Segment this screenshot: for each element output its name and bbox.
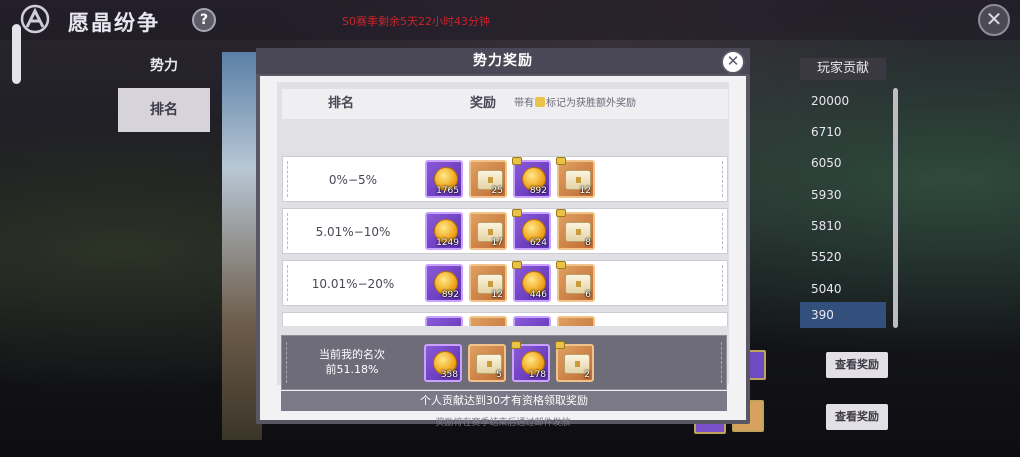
contribution-value: 5520: [811, 250, 842, 264]
item-quantity: 1765: [436, 186, 459, 196]
reward-item-chest[interactable]: 17: [469, 212, 507, 250]
contribution-value: 5810: [811, 219, 842, 233]
table-row: 5.01%−10% 1249 17 624 8: [282, 208, 728, 254]
bonus-flag-icon: [555, 341, 565, 349]
bonus-note: 带有 标记为获胜额外奖励: [514, 89, 636, 119]
help-button[interactable]: ?: [192, 8, 216, 32]
rank-range: 5.01%−10%: [315, 225, 391, 239]
tab-bar: 势力 排名: [118, 44, 210, 132]
item-quantity: 8: [585, 238, 591, 248]
reward-item-coin[interactable]: 446: [512, 261, 551, 302]
table-header: 排名 奖励 带有 标记为获胜额外奖励: [282, 89, 728, 119]
item-quantity: 17: [491, 238, 503, 248]
reward-item-coin[interactable]: 1765: [425, 160, 463, 198]
page-title: 愿晶纷争: [68, 11, 160, 35]
divider: [722, 213, 723, 249]
item-quantity: 178: [528, 370, 546, 380]
reward-item-chest[interactable]: 6: [556, 261, 595, 302]
contribution-value: 5930: [811, 188, 842, 202]
my-rank-label: 当前我的名次: [319, 348, 385, 361]
dialog-title: 势力奖励: [256, 48, 750, 74]
my-rank: 当前我的名次 前51.18%: [282, 347, 422, 377]
item-quantity: 12: [491, 290, 503, 300]
item-quantity: 1249: [436, 238, 459, 248]
bonus-flag-icon: [556, 209, 566, 217]
reward-item-chest[interactable]: 25: [469, 160, 507, 198]
bonus-flag-icon: [512, 157, 522, 165]
mail-note: 奖励将在赛季结束后通过邮件发放: [435, 418, 571, 428]
contribution-value: 6710: [811, 125, 842, 139]
col-rank: 排名: [328, 96, 355, 111]
bonus-flag-icon: [535, 97, 545, 107]
list-scrollbar[interactable]: [893, 88, 898, 328]
reward-item[interactable]: [513, 316, 551, 326]
item-quantity: 892: [441, 290, 459, 300]
season-timer: S0赛季剩余5天22小时43分钟: [342, 15, 490, 28]
bonus-note-prefix: 带有: [514, 98, 534, 109]
reward-item-coin[interactable]: 892: [512, 157, 551, 198]
view-reward-button[interactable]: 查看奖励: [826, 404, 888, 430]
item-quantity: 892: [529, 186, 547, 196]
reward-item-chest[interactable]: 8: [556, 209, 595, 250]
left-scroll-handle[interactable]: [12, 24, 21, 84]
contribution-value: 20000: [811, 94, 850, 108]
bonus-flag-icon: [512, 209, 522, 217]
eligibility-warning: 个人贡献达到30才有资格领取奖励: [281, 391, 727, 411]
rank-range: 0%−5%: [328, 173, 378, 187]
reward-item[interactable]: [469, 316, 507, 326]
divider: [722, 265, 723, 301]
item-quantity: 2: [584, 370, 590, 380]
item-quantity: 6: [585, 290, 591, 300]
reward-item-chest[interactable]: 12: [469, 264, 507, 302]
item-quantity: 5: [496, 370, 502, 380]
my-contribution-value: 390: [800, 302, 886, 328]
bonus-flag-icon: [556, 261, 566, 269]
reward-item-coin[interactable]: 892: [425, 264, 463, 302]
table-row-partial: [282, 312, 728, 326]
bonus-note-suffix: 标记为获胜额外奖励: [546, 98, 636, 109]
rank-range: 10.01%−20%: [311, 277, 395, 291]
reward-item[interactable]: [425, 316, 463, 326]
contribution-header: 玩家贡献: [800, 58, 886, 80]
item-quantity: 624: [529, 238, 547, 248]
divider: [722, 161, 723, 197]
item-quantity: 446: [529, 290, 547, 300]
view-reward-button[interactable]: 查看奖励: [826, 352, 888, 378]
reward-item-coin[interactable]: 178: [511, 341, 550, 382]
top-bar: 愿晶纷争 ? S0赛季剩余5天22小时43分钟 ✕: [0, 0, 1020, 40]
reward-item[interactable]: [557, 316, 595, 326]
close-button[interactable]: ✕: [978, 4, 1010, 36]
reward-item-chest[interactable]: 12: [556, 157, 595, 198]
divider: [721, 342, 722, 383]
col-reward: 奖励: [470, 96, 497, 111]
my-rank-row: 当前我的名次 前51.18% 358 5 178 2: [281, 335, 727, 390]
tab-ranking[interactable]: 排名: [118, 88, 210, 132]
logo-icon: [20, 4, 50, 34]
reward-item-coin[interactable]: 1249: [425, 212, 463, 250]
table-row: 10.01%−20% 892 12 446 6: [282, 260, 728, 306]
reward-item-chest[interactable]: 2: [555, 341, 594, 382]
bonus-flag-icon: [511, 341, 521, 349]
item-quantity: 358: [440, 370, 458, 380]
table-row: 0%−5% 1765 25 892 12: [282, 156, 728, 202]
contribution-value: 6050: [811, 156, 842, 170]
reward-item-chest[interactable]: 5: [468, 344, 506, 382]
item-quantity: 25: [491, 186, 503, 196]
dialog-close-button[interactable]: ✕: [721, 50, 745, 74]
reward-item-coin[interactable]: 358: [424, 344, 462, 382]
item-quantity: 12: [579, 186, 591, 196]
faction-reward-dialog: 势力奖励 ✕ 排名 奖励 带有 标记为获胜额外奖励 0%−5% 1765 25 892 1…: [256, 48, 750, 428]
reward-item-coin[interactable]: 624: [512, 209, 551, 250]
contribution-value: 5040: [811, 282, 842, 296]
bonus-flag-icon: [512, 261, 522, 269]
my-rank-value: 前51.18%: [325, 363, 379, 376]
dialog-body: 排名 奖励 带有 标记为获胜额外奖励 0%−5% 1765 25 892 12 5.01%−…: [260, 76, 746, 428]
bonus-flag-icon: [556, 157, 566, 165]
tab-faction[interactable]: 势力: [118, 44, 210, 88]
